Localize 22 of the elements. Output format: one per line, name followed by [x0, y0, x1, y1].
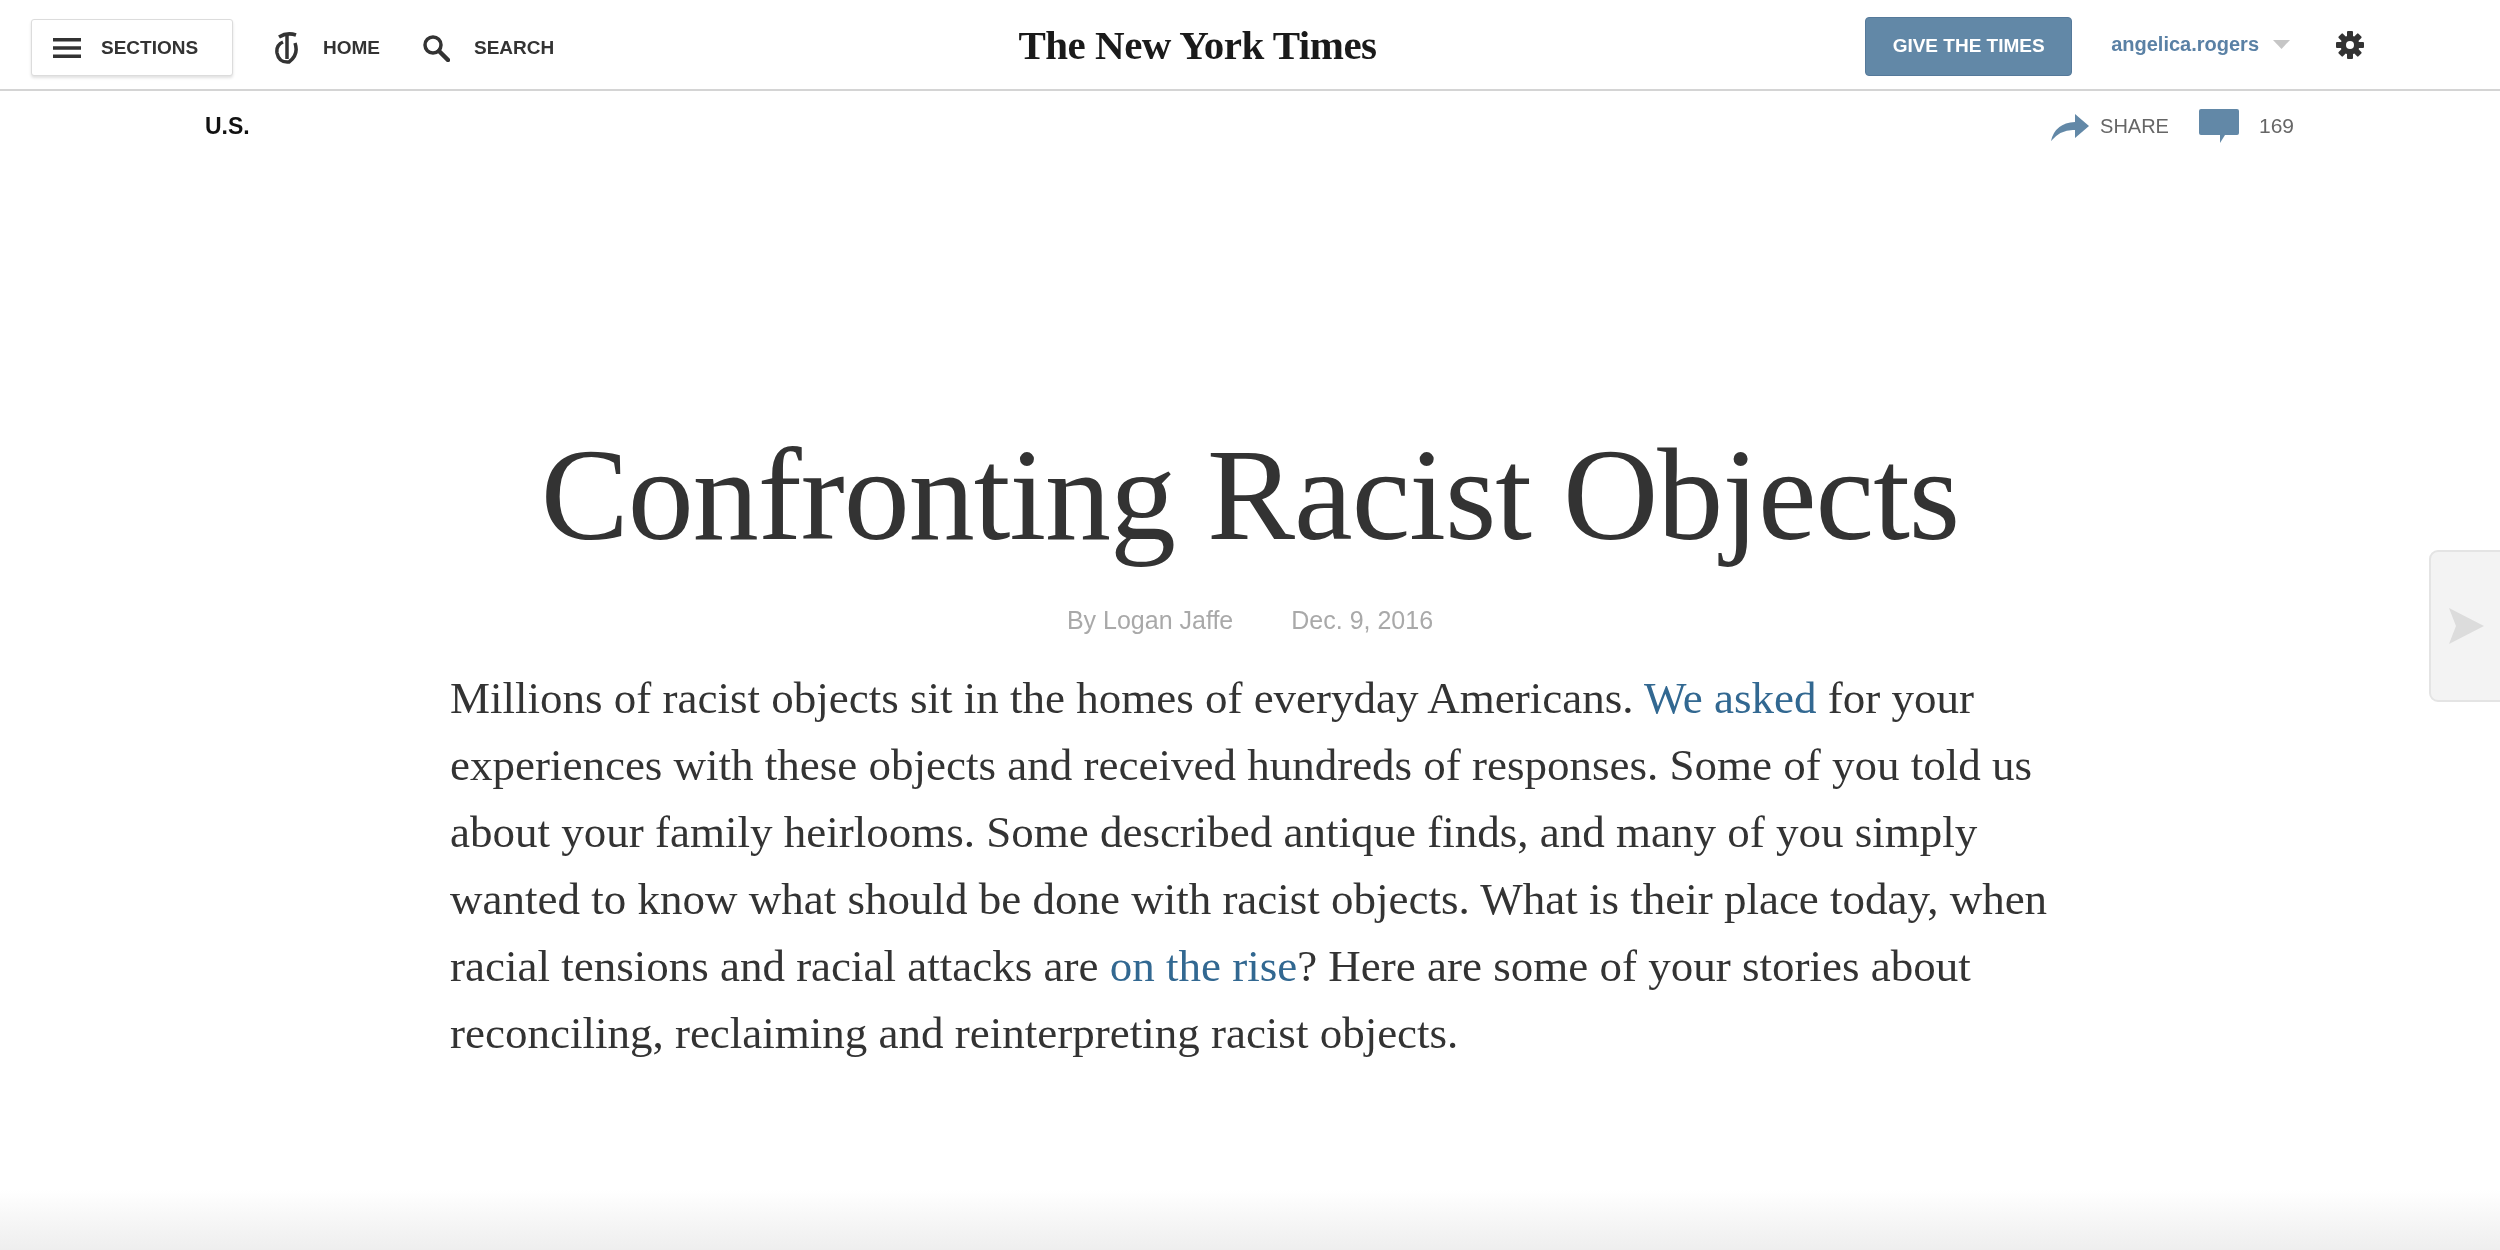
section-link[interactable]: U.S.: [205, 112, 250, 140]
user-menu[interactable]: angelica.rogers: [2111, 33, 2290, 56]
intro-paragraph: Millions of racist objects sit in the homes of everyday Americans. We asked for your experiences with these objects and received hundreds of responses. Some of you told us about your family heirlooms. Some described antique finds, and many of you simply wanted to know what should be done with racist objects. What is their place today, when racial tensions and racial attacks are on the rise? Here are some of your stories about reconciling, reclaiming and reinterpreting racist objects.: [450, 671, 2049, 1060]
subscribe-button[interactable]: GIVE THE TIMES: [1865, 16, 2073, 76]
inline-link[interactable]: We asked: [1643, 672, 1817, 723]
comment-icon: [2198, 109, 2239, 143]
search-icon: [422, 33, 450, 62]
home-link[interactable]: HOME: [275, 30, 380, 65]
search-link[interactable]: SEARCH: [422, 33, 555, 62]
publish-date: Dec. 9, 2016: [1291, 605, 1434, 635]
settings-icon[interactable]: [2336, 30, 2364, 59]
share-arrow-icon: [2051, 111, 2090, 141]
caret-icon: [2273, 40, 2290, 49]
comments-button[interactable]: 169: [2198, 109, 2294, 143]
byline: By Logan Jaffe: [1066, 605, 1234, 635]
sections-button[interactable]: SECTIONS: [31, 19, 233, 76]
headline: Confronting Racist Objects: [540, 420, 1960, 570]
emblem-icon: [275, 30, 299, 65]
site-logo[interactable]: The New York Times: [1018, 20, 1377, 69]
inline-link[interactable]: on the rise: [1109, 940, 1298, 991]
menu-icon: [53, 36, 81, 59]
share-button[interactable]: SHARE: [2051, 111, 2169, 141]
